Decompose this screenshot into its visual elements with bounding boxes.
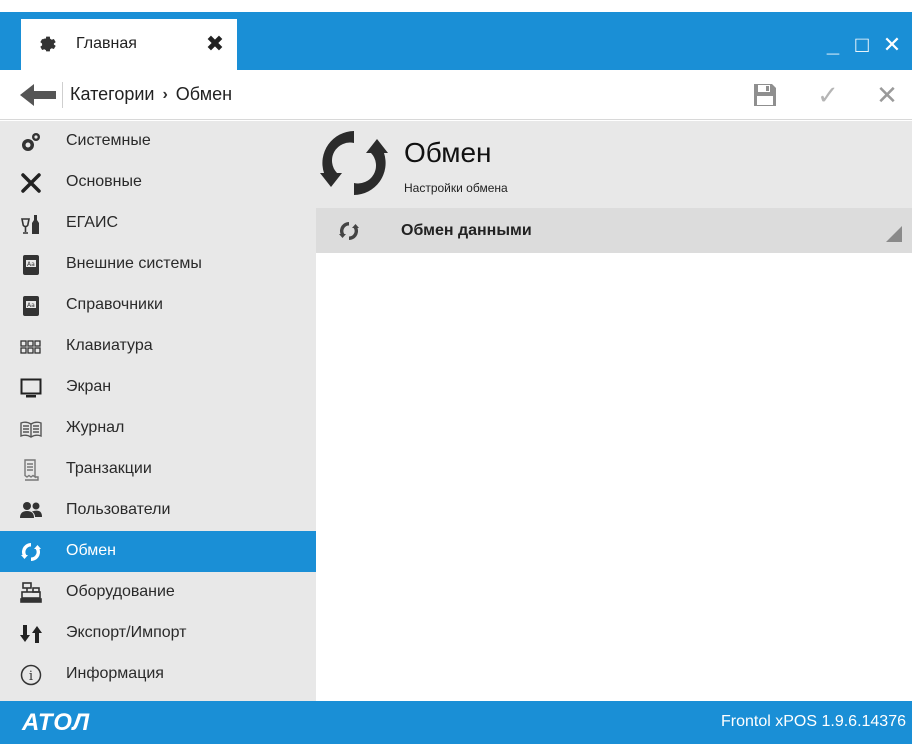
sidebar-item-label: Основные (66, 173, 142, 190)
sidebar-item-transactions[interactable]: Транзакции (0, 449, 316, 490)
sidebar-item-journal[interactable]: Журнал (0, 408, 316, 449)
gear-icon (40, 36, 56, 52)
receipt-icon (20, 459, 42, 481)
tab-main[interactable]: Главная ✖ (21, 19, 237, 70)
sidebar-item-label: Внешние системы (66, 255, 202, 272)
main-panel: Обмен Настройки обмена Обмен данными (316, 121, 912, 701)
tools-icon (20, 172, 42, 194)
export-import-icon (20, 623, 42, 645)
save-icon (754, 84, 776, 106)
sidebar-item-basic[interactable]: Основные (0, 162, 316, 203)
sidebar-item-label: Оборудование (66, 583, 175, 600)
maximize-button[interactable]: □ (850, 30, 874, 60)
sidebar-item-information[interactable]: i Информация (0, 654, 316, 695)
sidebar-item-label: Системные (66, 132, 151, 149)
status-bar: АТОЛ Frontol xPOS 1.9.6.14376 (0, 701, 912, 744)
sidebar-item-users[interactable]: Пользователи (0, 490, 316, 531)
monitor-icon (20, 377, 42, 399)
sidebar-item-equipment[interactable]: Оборудование (0, 572, 316, 613)
sidebar-item-system[interactable]: Системные (0, 121, 316, 162)
sidebar-item-label: Пользователи (66, 501, 171, 518)
system-gears-icon (20, 131, 42, 153)
sidebar-item-label: Справочники (66, 296, 163, 313)
journal-icon (20, 418, 42, 440)
atol-logo: АТОЛ (22, 709, 91, 736)
breadcrumb-current: Обмен (175, 84, 233, 104)
sidebar-item-label: ЕГАИС (66, 214, 118, 231)
sidebar-item-label: Экран (66, 378, 112, 395)
svg-text:Aa: Aa (27, 261, 35, 268)
page-subtitle: Настройки обмена (404, 181, 508, 195)
exchange-icon (20, 541, 42, 563)
book-icon: Aa (20, 295, 42, 317)
sidebar-item-label: Транзакции (66, 460, 152, 477)
svg-text:Aa: Aa (27, 302, 35, 309)
sidebar-item-keyboard[interactable]: Клавиатура (0, 326, 316, 367)
sidebar-item-external-systems[interactable]: Aa Внешние системы (0, 244, 316, 285)
sidebar-item-screen[interactable]: Экран (0, 367, 316, 408)
sidebar-item-label: Экспорт/Импорт (66, 624, 187, 641)
cash-register-icon (20, 582, 42, 604)
sidebar-item-label: Клавиатура (66, 337, 153, 354)
exchange-icon (339, 221, 359, 241)
sidebar-item-label: Журнал (66, 419, 125, 436)
minimize-button[interactable]: _ (821, 30, 845, 60)
sidebar: Системные Основные ЕГАИС Aa Внешние сист… (0, 121, 316, 701)
sidebar-item-directories[interactable]: Aa Справочники (0, 285, 316, 326)
keyboard-icon (20, 336, 42, 358)
sidebar-item-egais[interactable]: ЕГАИС (0, 203, 316, 244)
svg-text:i: i (29, 669, 33, 684)
close-window-button[interactable]: ✕ (879, 30, 905, 60)
page-title: Обмен (404, 137, 492, 168)
section-data-exchange[interactable]: Обмен данными (316, 208, 912, 253)
confirm-button[interactable]: ✓ (813, 80, 843, 110)
page-header: Обмен Настройки обмена (316, 121, 912, 208)
sidebar-item-export-import[interactable]: Экспорт/Импорт (0, 613, 316, 654)
save-button[interactable] (750, 80, 780, 110)
exchange-icon (320, 131, 388, 195)
wine-bottle-icon (20, 213, 42, 235)
users-icon (20, 500, 42, 522)
check-icon: ✓ (817, 80, 839, 110)
info-icon: i (20, 664, 42, 686)
expand-triangle-icon[interactable] (886, 226, 902, 242)
cancel-button[interactable]: ✕ (872, 80, 902, 110)
close-icon: ✕ (876, 80, 898, 110)
title-bar: Главная ✖ _ □ ✕ (0, 0, 912, 70)
breadcrumb-separator: › (162, 85, 168, 103)
breadcrumb: Категории › Обмен (70, 84, 232, 105)
section-label: Обмен данными (401, 222, 532, 239)
book-icon: Aa (20, 254, 42, 276)
sidebar-item-label: Информация (66, 665, 164, 682)
tab-label: Главная (76, 35, 137, 52)
toolbar: Категории › Обмен ✓ ✕ (0, 70, 912, 120)
back-arrow-icon[interactable] (20, 84, 56, 106)
version-label: Frontol xPOS 1.9.6.14376 (721, 713, 906, 730)
toolbar-divider (62, 82, 63, 108)
sidebar-item-label: Обмен (66, 542, 116, 559)
sidebar-item-exchange[interactable]: Обмен (0, 531, 316, 572)
breadcrumb-root[interactable]: Категории (70, 84, 154, 105)
tab-close-button[interactable]: ✖ (204, 31, 226, 57)
